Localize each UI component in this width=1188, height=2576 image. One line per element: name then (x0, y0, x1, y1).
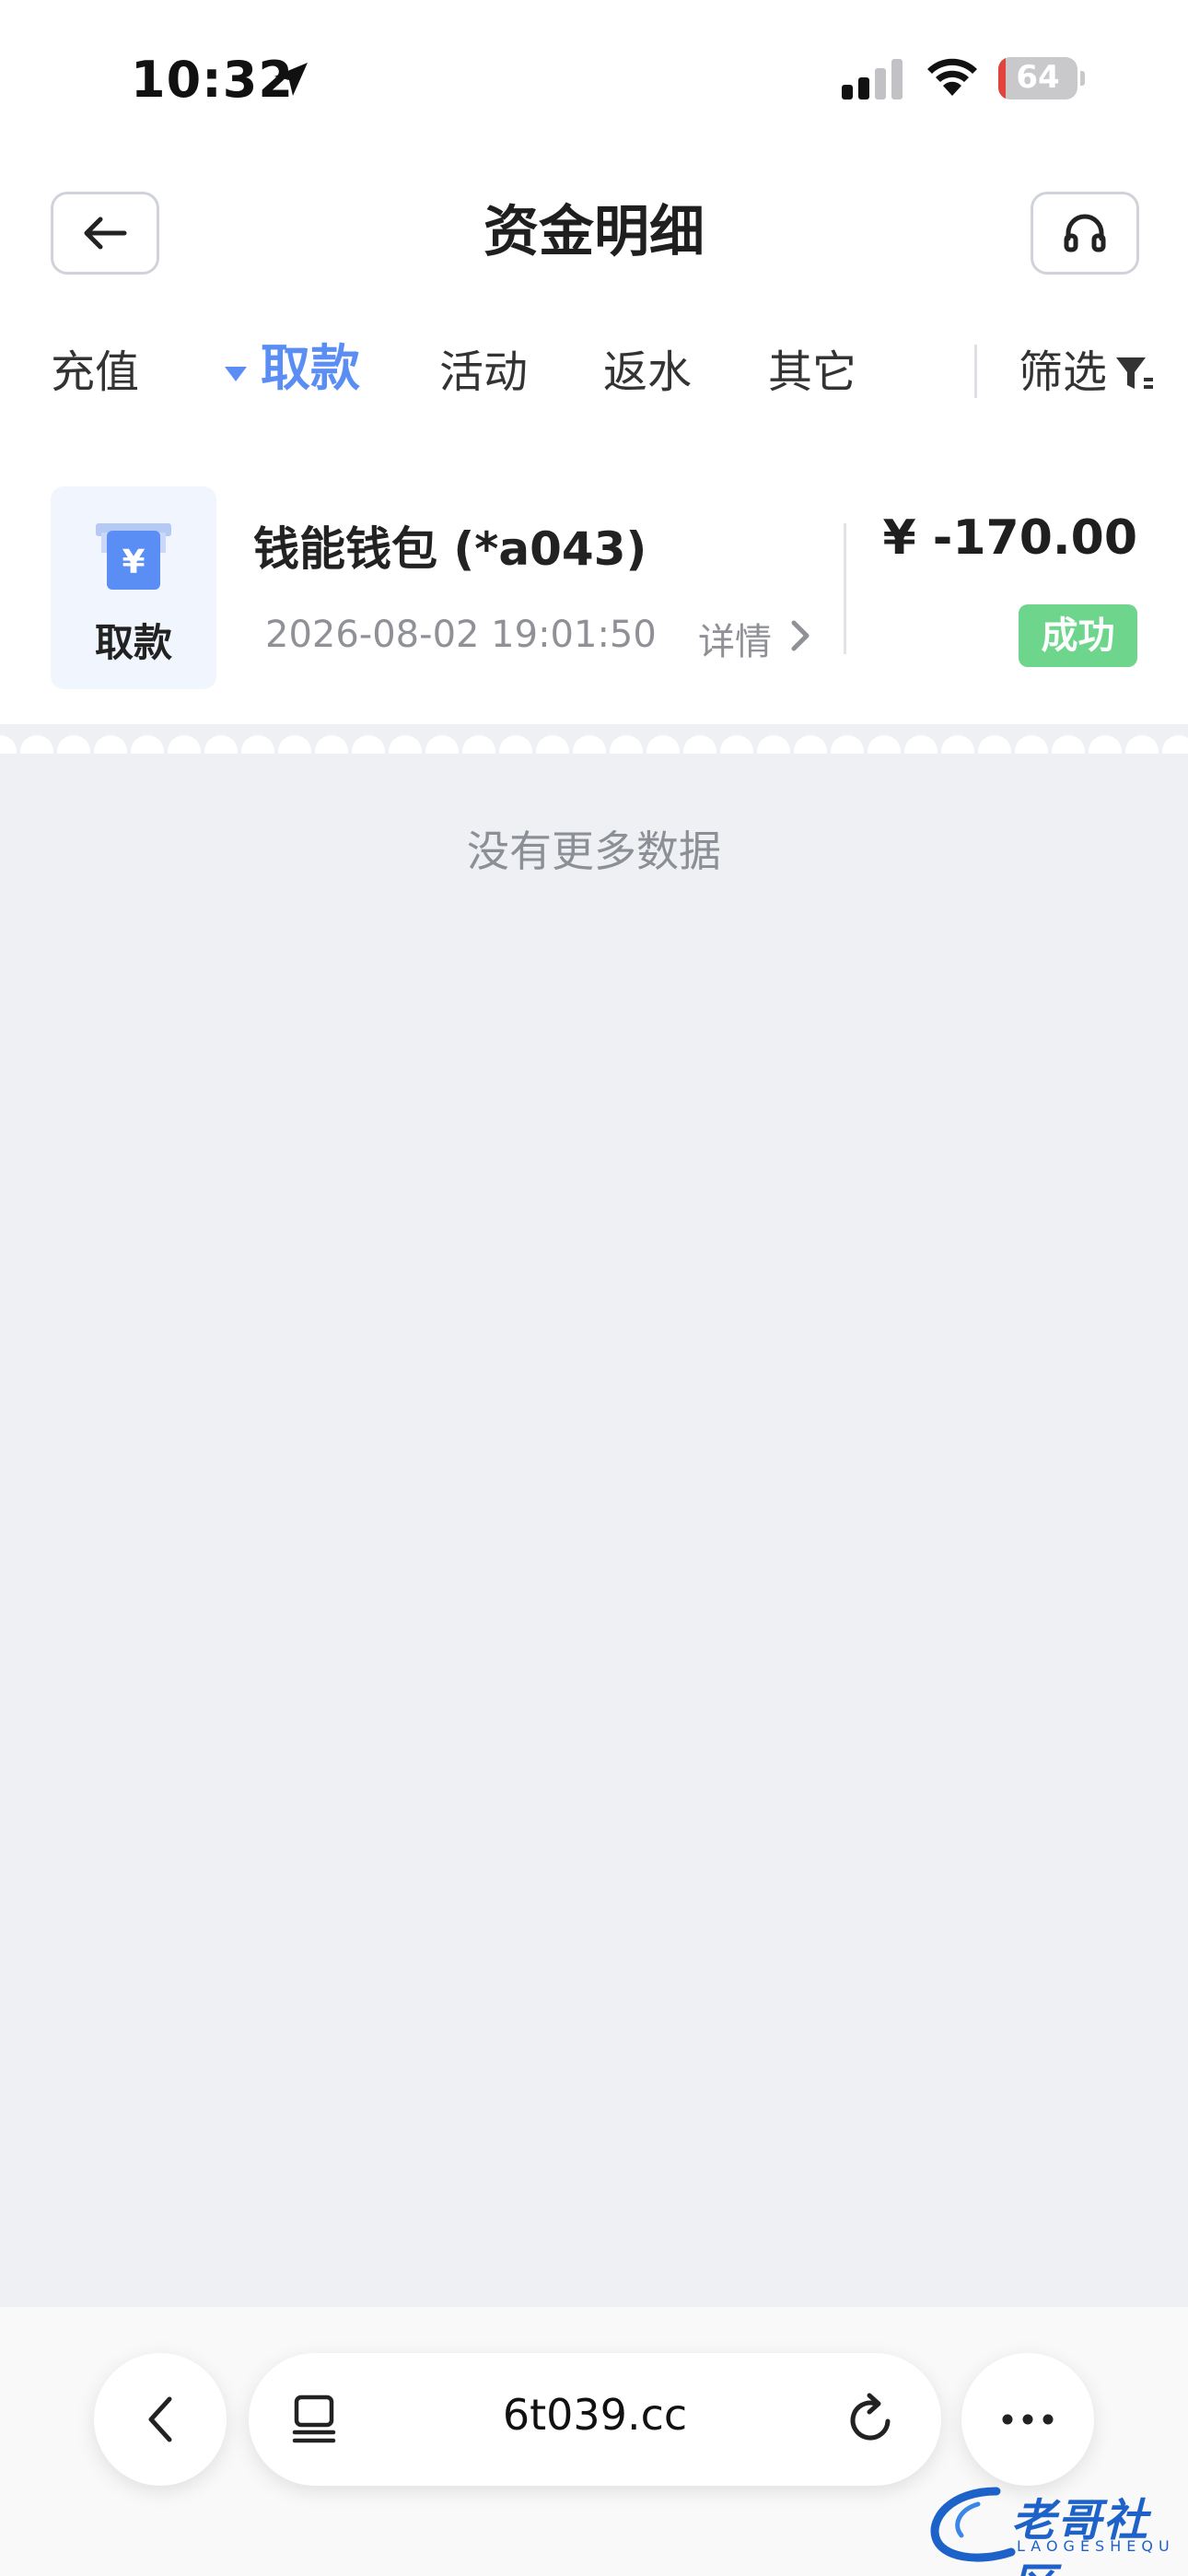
reload-icon[interactable] (845, 2392, 897, 2445)
tab-other[interactable]: 其它 (768, 343, 856, 402)
record-divider (844, 523, 846, 654)
more-dots-icon (1002, 2414, 1054, 2425)
watermark-text: 老哥社区 (1011, 2495, 1150, 2576)
tab-active-caret-icon (225, 367, 247, 381)
scalloped-edge (0, 724, 1188, 754)
filter-button[interactable]: 筛选 (1019, 343, 1107, 402)
headset-icon (1064, 214, 1106, 252)
customer-service-button[interactable] (1031, 192, 1139, 275)
address-bar-url[interactable]: 6t039.cc (249, 2390, 941, 2440)
filter-icon[interactable] (1114, 354, 1155, 394)
watermark-subtext: LAOGESHEQU (1017, 2537, 1175, 2555)
tab-deposit[interactable]: 充值 (51, 343, 139, 402)
battery-indicator: 64 (998, 57, 1085, 100)
cellular-signal-icon (842, 59, 903, 100)
svg-text:¥: ¥ (122, 544, 145, 581)
status-badge: 成功 (1019, 604, 1137, 667)
location-arrow-icon (274, 63, 308, 96)
page-title: 资金明细 (483, 200, 705, 264)
browser-more-button[interactable] (961, 2353, 1094, 2486)
record-datetime: 2026-08-02 19:01:50 (265, 614, 657, 656)
tab-divider (974, 345, 977, 398)
no-more-data-text: 没有更多数据 (467, 826, 721, 876)
withdraw-cash-icon: ¥ (96, 523, 171, 590)
tab-withdraw[interactable]: 取款 (261, 339, 360, 398)
wifi-icon (927, 58, 977, 96)
record-title: 钱能钱包 (*a043) (253, 522, 647, 576)
tab-activity[interactable]: 活动 (439, 343, 528, 402)
arrow-left-icon (84, 217, 127, 250)
record-amount: ¥ -170.00 (882, 510, 1137, 566)
tab-rebate[interactable]: 返水 (603, 343, 692, 402)
back-button[interactable] (51, 192, 159, 275)
browser-back-button[interactable] (94, 2353, 227, 2486)
chevron-left-icon (148, 2396, 172, 2442)
record-detail-link[interactable]: 详情 (698, 612, 772, 665)
record-type-label: 取款 (94, 620, 172, 665)
chevron-right-icon[interactable] (788, 619, 812, 652)
